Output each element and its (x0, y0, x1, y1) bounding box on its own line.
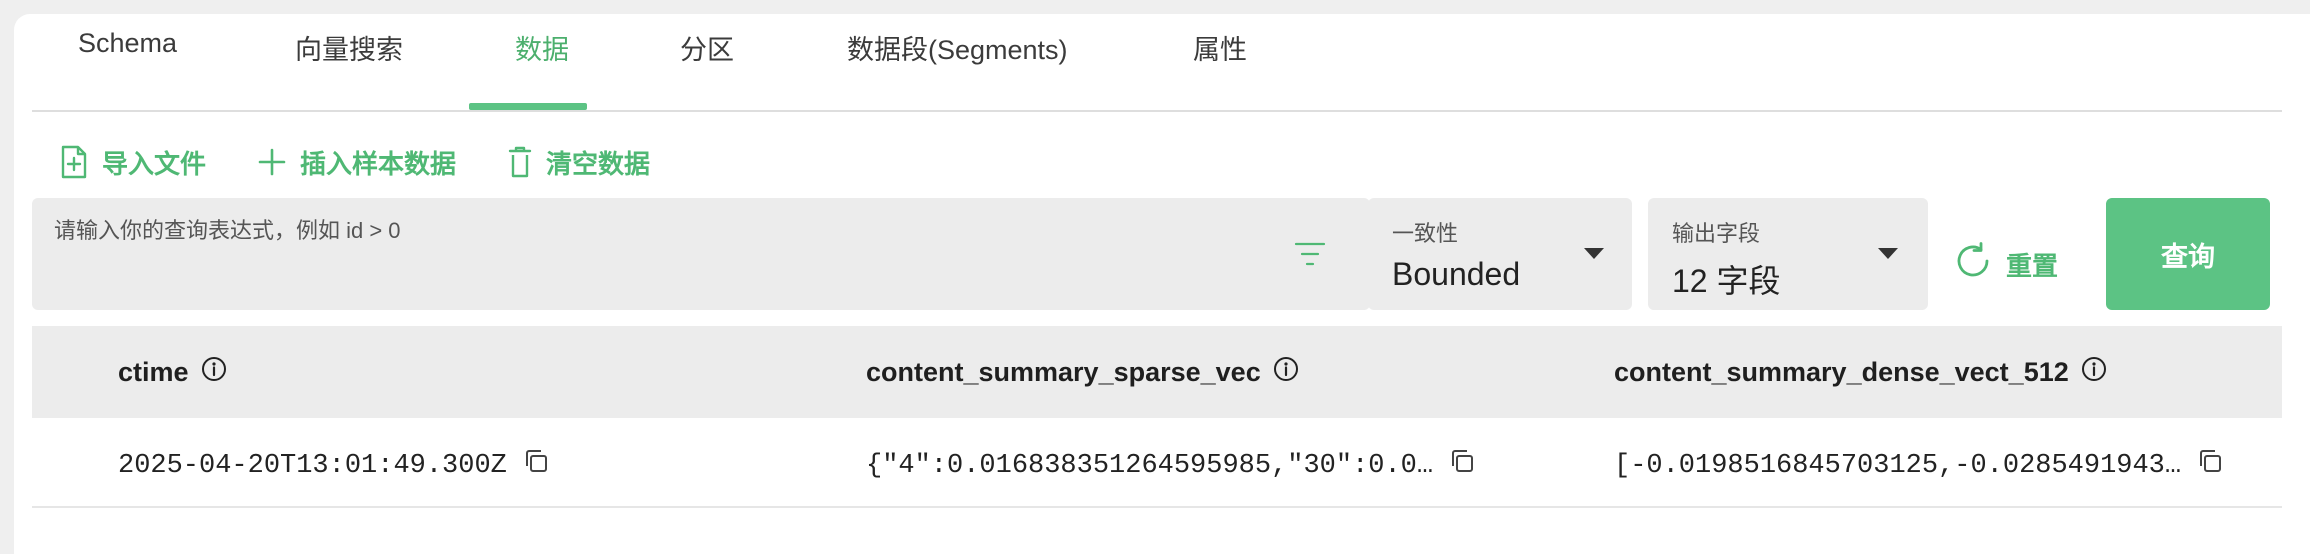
chevron-down-icon (1878, 248, 1898, 259)
consistency-label: 一致性 (1392, 221, 1459, 246)
cell-ctime-value: 2025-04-20T13:01:49.300Z (118, 450, 507, 481)
column-header-dense-vec[interactable]: content_summary_dense_vect_512 (1614, 356, 2107, 389)
active-tab-indicator (469, 103, 587, 110)
plus-icon (258, 148, 286, 176)
query-button[interactable]: 查询 (2106, 198, 2270, 310)
tab-partitions[interactable]: 分区 (680, 28, 734, 67)
tab-schema[interactable]: Schema (78, 28, 177, 59)
clear-data-button[interactable]: 清空数据 (508, 142, 650, 182)
cell-dense-vec-value: [-0.0198516845703125,-0.0285491943… (1614, 450, 2182, 481)
chevron-down-icon (1584, 248, 1604, 259)
trash-icon (508, 146, 532, 178)
column-header-label: content_summary_dense_vect_512 (1614, 357, 2069, 387)
import-file-label: 导入文件 (102, 148, 207, 179)
copy-icon[interactable] (1449, 448, 1475, 483)
output-fields-label: 输出字段 (1672, 221, 1761, 246)
reset-label: 重置 (2006, 251, 2059, 281)
output-fields-select[interactable]: 输出字段 12 字段 (1648, 198, 1928, 310)
info-icon[interactable] (1273, 356, 1299, 389)
reset-button[interactable]: 重置 (1954, 242, 2058, 287)
insert-sample-data-button[interactable]: 插入样本数据 (258, 142, 456, 182)
output-fields-value: 12 字段 (1672, 263, 1781, 299)
tab-data[interactable]: 数据 (515, 28, 569, 67)
import-file-button[interactable]: 导入文件 (60, 142, 206, 182)
copy-icon[interactable] (2197, 448, 2223, 483)
cell-ctime: 2025-04-20T13:01:49.300Z (118, 448, 549, 483)
filter-icon[interactable] (1294, 240, 1326, 273)
cell-sparse-vec-value: {"4":0.016838351264595985,"30":0.0… (866, 450, 1434, 481)
tab-properties[interactable]: 属性 (1193, 28, 1247, 67)
tab-vector-search[interactable]: 向量搜索 (295, 28, 403, 67)
column-header-label: content_summary_sparse_vec (866, 357, 1261, 387)
table-row[interactable]: 2025-04-20T13:01:49.300Z {"4":0.01683835… (32, 418, 2282, 508)
insert-sample-data-label: 插入样本数据 (300, 148, 457, 179)
info-icon[interactable] (2081, 356, 2107, 389)
tab-divider (32, 110, 2282, 112)
file-plus-icon (60, 145, 88, 179)
consistency-select[interactable]: 一致性 Bounded (1368, 198, 1632, 310)
query-expression-input[interactable] (54, 218, 1304, 244)
column-header-ctime[interactable]: ctime (118, 356, 227, 389)
cell-sparse-vec: {"4":0.016838351264595985,"30":0.0… (866, 448, 1475, 483)
column-header-sparse-vec[interactable]: content_summary_sparse_vec (866, 356, 1299, 389)
copy-icon[interactable] (523, 448, 549, 483)
refresh-icon (1954, 242, 1992, 287)
consistency-value: Bounded (1392, 256, 1521, 292)
info-icon[interactable] (201, 356, 227, 389)
table-header: ctime content_summary_sparse_vec content… (32, 326, 2282, 418)
query-expression-box (32, 198, 1370, 310)
cell-dense-vec: [-0.0198516845703125,-0.0285491943… (1614, 448, 2223, 483)
tab-segments[interactable]: 数据段(Segments) (847, 28, 1068, 67)
clear-data-label: 清空数据 (546, 148, 651, 179)
column-header-label: ctime (118, 357, 189, 387)
